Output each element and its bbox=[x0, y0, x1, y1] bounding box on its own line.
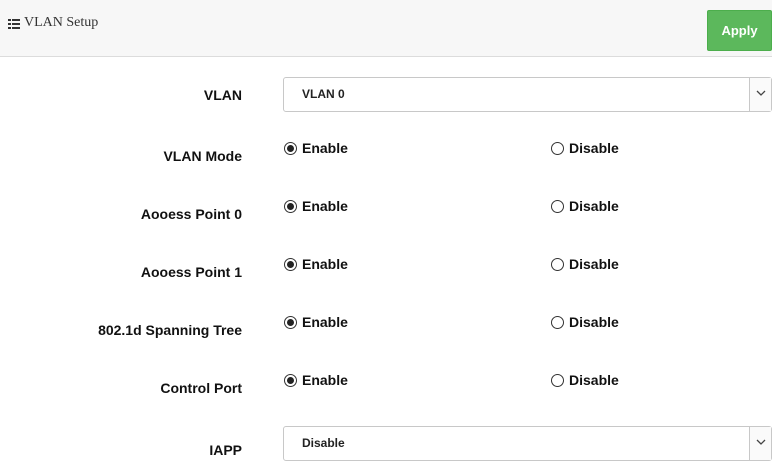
control-port-enable-radio[interactable]: Enable bbox=[284, 372, 348, 388]
access-point-1-label: Aooess Point 1 bbox=[140, 264, 242, 280]
control-port-disable-radio[interactable]: Disable bbox=[551, 372, 619, 388]
access-point-0-enable-radio[interactable]: Enable bbox=[284, 198, 348, 214]
access-point-0-row: Aooess Point 0 Enable Disable bbox=[0, 198, 772, 222]
chevron-down-icon[interactable] bbox=[749, 427, 771, 460]
radio-checked-icon[interactable] bbox=[284, 199, 297, 213]
radio-checked-icon[interactable] bbox=[284, 315, 297, 329]
access-point-1-disable-radio[interactable]: Disable bbox=[551, 256, 619, 272]
radio-unchecked-icon[interactable] bbox=[551, 373, 564, 387]
vlan-select[interactable]: VLAN 0 bbox=[283, 77, 772, 112]
vlan-mode-label: VLAN Mode bbox=[163, 148, 242, 164]
control-port-row: Control Port Enable Disable bbox=[0, 372, 772, 396]
spanning-tree-enable-radio[interactable]: Enable bbox=[284, 314, 348, 330]
radio-unchecked-icon[interactable] bbox=[551, 257, 564, 271]
access-point-1-enable-radio[interactable]: Enable bbox=[284, 256, 348, 272]
vlan-mode-row: VLAN Mode Enable Disable bbox=[0, 140, 772, 164]
list-icon bbox=[8, 19, 20, 29]
access-point-0-label: Aooess Point 0 bbox=[140, 206, 242, 222]
vlan-select-value: VLAN 0 bbox=[302, 87, 345, 101]
iapp-row: IAPP Disable bbox=[0, 426, 772, 461]
panel-title: VLAN Setup bbox=[24, 15, 99, 30]
radio-unchecked-icon[interactable] bbox=[551, 141, 564, 155]
radio-unchecked-icon[interactable] bbox=[551, 315, 564, 329]
iapp-select-value: Disable bbox=[302, 436, 345, 450]
access-point-1-row: Aooess Point 1 Enable Disable bbox=[0, 256, 772, 280]
chevron-down-icon[interactable] bbox=[749, 78, 771, 111]
control-port-label: Control Port bbox=[160, 380, 242, 396]
radio-checked-icon[interactable] bbox=[284, 257, 297, 271]
iapp-label: IAPP bbox=[209, 442, 242, 458]
access-point-0-disable-radio[interactable]: Disable bbox=[551, 198, 619, 214]
radio-checked-icon[interactable] bbox=[284, 373, 297, 387]
apply-button[interactable]: Apply bbox=[707, 10, 772, 51]
radio-checked-icon[interactable] bbox=[284, 141, 297, 155]
vlan-row: VLAN VLAN 0 bbox=[0, 77, 772, 112]
vlan-mode-disable-radio[interactable]: Disable bbox=[551, 140, 619, 156]
radio-unchecked-icon[interactable] bbox=[551, 199, 564, 213]
panel-header: VLAN Setup Apply bbox=[0, 0, 772, 57]
spanning-tree-label: 802.1d Spanning Tree bbox=[98, 322, 242, 338]
iapp-select[interactable]: Disable bbox=[283, 426, 772, 461]
spanning-tree-disable-radio[interactable]: Disable bbox=[551, 314, 619, 330]
spanning-tree-row: 802.1d Spanning Tree Enable Disable bbox=[0, 314, 772, 338]
vlan-label: VLAN bbox=[203, 87, 242, 103]
vlan-mode-enable-radio[interactable]: Enable bbox=[284, 140, 348, 156]
